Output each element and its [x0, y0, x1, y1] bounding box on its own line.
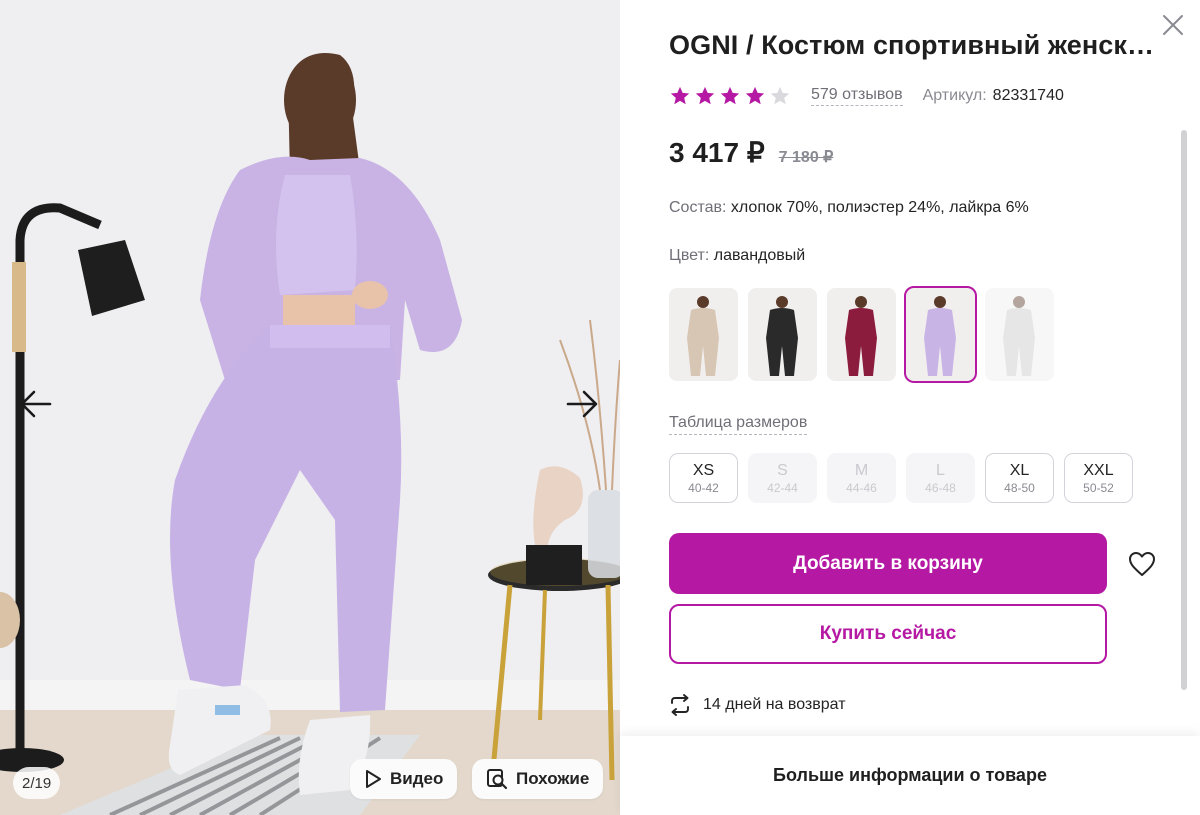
product-photo [0, 0, 620, 815]
similar-button-label: Похожие [516, 769, 590, 788]
size-rus: 44-46 [846, 480, 877, 495]
similar-button[interactable]: Похожие [472, 759, 604, 799]
color-swatch-grey[interactable] [985, 288, 1054, 381]
favorite-button[interactable] [1125, 547, 1159, 581]
composition-label: Состав: [669, 199, 727, 216]
arrow-left-icon [20, 390, 52, 418]
size-option-l: L 46-48 [906, 453, 975, 503]
color-swatch-black[interactable] [748, 288, 817, 381]
size-table-link[interactable]: Таблица размеров [669, 414, 808, 435]
return-label: 14 дней на возврат [703, 696, 846, 713]
star-filled-icon [745, 86, 765, 105]
star-empty-icon [770, 86, 790, 105]
product-info-panel: OGNI / Костюм спортивный женский 579 отз… [620, 0, 1200, 815]
size-option-s: S 42-44 [748, 453, 817, 503]
close-icon [1163, 15, 1183, 35]
size-rus: 46-48 [925, 480, 956, 495]
search-similar-icon [487, 769, 508, 790]
next-photo-button[interactable] [562, 384, 602, 424]
video-button[interactable]: Видео [350, 759, 458, 799]
size-name: XL [1009, 461, 1030, 479]
current-price: 3 417 ₽ [669, 137, 765, 168]
size-rus: 50-52 [1083, 480, 1114, 495]
photo-counter: 2/19 [13, 767, 61, 799]
arrow-right-icon [566, 390, 598, 418]
color-swatch-beige[interactable] [669, 288, 738, 381]
more-info-button[interactable]: Больше информации о товаре [620, 736, 1200, 815]
size-name: XXL [1083, 461, 1114, 479]
product-photo-viewer[interactable]: 2/19 Видео Похожие [0, 0, 620, 815]
close-button[interactable] [1158, 10, 1188, 40]
size-option-xl[interactable]: XL 48-50 [985, 453, 1054, 503]
buy-now-button[interactable]: Купить сейчас [669, 604, 1107, 664]
color-swatch-burgundy[interactable] [827, 288, 896, 381]
play-icon [366, 770, 381, 788]
size-rus: 40-42 [688, 480, 719, 495]
rating-row: 579 отзывов Артикул: 82331740 [669, 84, 1064, 108]
reviews-link[interactable]: 579 отзывов [811, 86, 903, 106]
heart-icon [1129, 552, 1155, 576]
size-option-xxl[interactable]: XXL 50-52 [1064, 453, 1133, 503]
star-filled-icon [695, 86, 715, 105]
return-icon [671, 694, 689, 716]
size-name: M [854, 461, 869, 479]
product-title: OGNI / Костюм спортивный женский [669, 30, 1159, 60]
color-swatches [669, 286, 1054, 383]
size-name: L [936, 461, 945, 479]
composition-value: хлопок 70%, полиэстер 24%, лайкра 6% [730, 199, 1029, 216]
star-filled-icon [720, 86, 740, 105]
color-value: лавандовый [713, 247, 806, 264]
star-filled-icon [670, 86, 690, 105]
scrollbar[interactable] [1181, 130, 1187, 690]
video-button-label: Видео [390, 769, 444, 788]
size-name: XS [692, 461, 715, 479]
article-label: Артикул: [922, 87, 987, 104]
size-rus: 42-44 [767, 480, 798, 495]
size-name: S [777, 461, 788, 479]
size-rus: 48-50 [1004, 480, 1035, 495]
return-policy: 14 дней на возврат [669, 694, 846, 716]
size-option-m: M 44-46 [827, 453, 896, 503]
prev-photo-button[interactable] [16, 384, 56, 424]
price-row: 3 417 ₽ 7 180 ₽ [669, 136, 833, 169]
article-value: 82331740 [992, 87, 1064, 104]
color-info: Цвет: лавандовый [669, 247, 805, 265]
size-selector: XS 40-42 S 42-44 M 44-46 L 46-48 XL 48-50 XXL 50-52 [669, 453, 1133, 503]
composition: Состав: хлопок 70%, полиэстер 24%, лайкр… [669, 199, 1029, 217]
add-to-cart-button[interactable]: Добавить в корзину [669, 533, 1107, 594]
size-option-xs[interactable]: XS 40-42 [669, 453, 738, 503]
color-swatch-lavender[interactable] [904, 286, 977, 383]
rating-stars [669, 85, 791, 107]
old-price: 7 180 ₽ [778, 149, 834, 166]
color-label: Цвет: [669, 247, 710, 264]
